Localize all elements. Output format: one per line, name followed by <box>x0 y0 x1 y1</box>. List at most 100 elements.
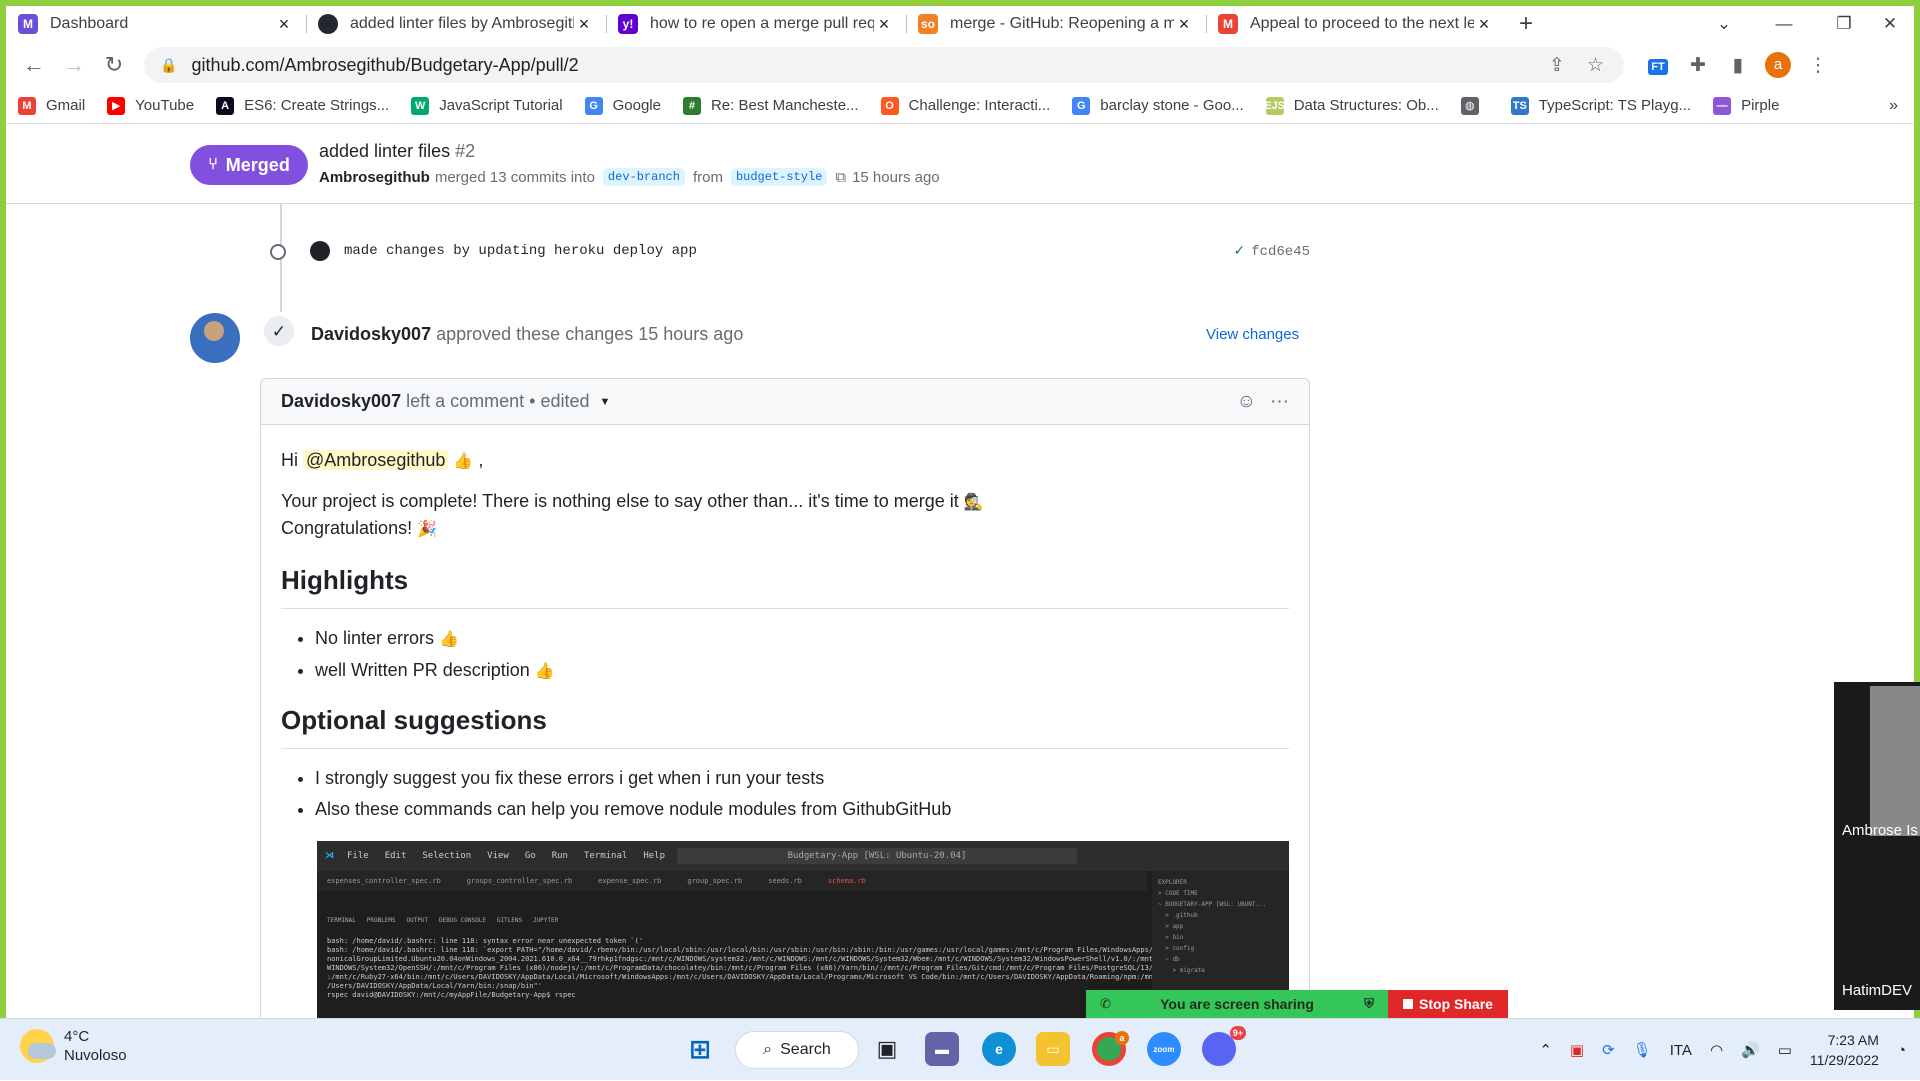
minimize-icon[interactable]: — <box>1754 6 1814 42</box>
stop-square-icon <box>1403 999 1414 1009</box>
extensions-puzzle-icon[interactable]: ✚ <box>1678 54 1718 77</box>
chevron-down-icon[interactable]: ▼ <box>600 396 611 408</box>
close-tab-icon[interactable]: × <box>574 14 594 35</box>
yahoo-favicon-icon: y! <box>618 14 638 34</box>
copy-icon[interactable]: ⧉ <box>835 169 846 186</box>
base-branch[interactable]: dev-branch <box>602 168 685 186</box>
reload-icon[interactable]: ↻ <box>94 52 134 78</box>
close-tab-icon[interactable]: × <box>874 14 894 35</box>
commit-message[interactable]: made changes by updating heroku deploy a… <box>344 243 697 259</box>
close-window-icon[interactable]: ✕ <box>1866 6 1914 42</box>
add-reaction-icon[interactable]: ☺ <box>1237 391 1256 413</box>
bookmark-item[interactable]: Gbarclay stone - Goo... <box>1072 96 1244 115</box>
back-icon[interactable]: ← <box>14 52 54 78</box>
taskbar-search[interactable]: ⌕ Search <box>735 1031 859 1069</box>
tab-active-pr[interactable]: added linter files by Ambrosegith × <box>306 6 606 42</box>
approved-check-icon: ✓ <box>262 314 296 348</box>
bookmark-item[interactable]: ◍ <box>1460 96 1489 115</box>
user-mention[interactable]: @Ambrosegithub <box>303 450 449 470</box>
edited-dropdown[interactable]: • edited <box>529 391 589 412</box>
bookmark-label: Data Structures: Ob... <box>1293 97 1439 114</box>
tab-dashboard[interactable]: M Dashboard × <box>6 6 306 42</box>
tab-gmail-appeal[interactable]: M Appeal to proceed to the next le × <box>1206 6 1506 42</box>
extension-ft-icon[interactable]: FT <box>1638 54 1678 76</box>
bookmark-item[interactable]: W JavaScript Tutorial <box>411 96 563 115</box>
close-tab-icon[interactable]: × <box>274 14 294 35</box>
commit-author-avatar[interactable] <box>310 241 330 261</box>
task-view-icon[interactable]: ▣ <box>870 1032 904 1066</box>
edge-icon[interactable]: e <box>982 1032 1016 1066</box>
bookmark-item[interactable]: — Pirple <box>1713 96 1779 115</box>
view-changes-button[interactable]: View changes <box>1206 326 1299 343</box>
side-panel-icon[interactable]: ▮ <box>1718 54 1758 77</box>
temperature: 4°C <box>64 1028 90 1045</box>
comment-author[interactable]: Davidosky007 <box>281 391 401 412</box>
reviewer-avatar[interactable] <box>190 313 240 363</box>
reviewer-name[interactable]: Davidosky007 <box>311 324 431 344</box>
bookmark-item[interactable]: ▶ YouTube <box>107 96 194 115</box>
weather-widget[interactable]: 4°C Nuvoloso <box>20 1027 127 1065</box>
vscode-menu-item: Run <box>551 851 568 861</box>
merge-message: Your project is complete! There is nothi… <box>281 488 1289 515</box>
menu-kebab-icon[interactable]: ⋮ <box>1798 54 1838 77</box>
party-popper-icon: 🎉 <box>417 519 438 538</box>
close-tab-icon[interactable]: × <box>1474 14 1494 35</box>
bookmark-item[interactable]: G Google <box>584 96 661 115</box>
forward-icon[interactable]: → <box>54 52 94 78</box>
file-explorer-icon[interactable]: ▭ <box>1036 1032 1070 1066</box>
acrobat-tray-icon[interactable]: ▣ <box>1570 1041 1584 1059</box>
profile-avatar[interactable]: a <box>1758 52 1798 78</box>
close-tab-icon[interactable]: × <box>1174 14 1194 35</box>
comment-action: left a comment <box>406 391 525 411</box>
address-bar[interactable]: 🔒 github.com/Ambrosegithub/Budgetary-App… <box>144 47 1624 83</box>
teams-chat-icon[interactable]: ▬ <box>925 1032 959 1066</box>
volume-icon[interactable]: 🔊 <box>1741 1041 1760 1059</box>
clock[interactable]: 7:23 AM 11/29/2022 <box>1810 1030 1879 1070</box>
tray-overflow-chevron-icon[interactable]: ⌃ <box>1539 1041 1552 1059</box>
restore-icon[interactable]: ❐ <box>1814 6 1874 42</box>
notification-bell-icon[interactable]: ◔ <box>1897 1042 1906 1059</box>
bookmark-item[interactable]: TS TypeScript: TS Playg... <box>1510 96 1691 115</box>
bookmark-star-icon[interactable]: ☆ <box>1587 54 1604 77</box>
wifi-icon[interactable]: ◠ <box>1710 1041 1723 1059</box>
commit-sha[interactable]: fcd6e45 <box>1251 244 1310 260</box>
list-item-text: No linter errors <box>315 628 435 648</box>
list-item-text: well Written PR description <box>315 660 530 680</box>
stop-share-button[interactable]: Stop Share <box>1388 990 1508 1018</box>
share-icon[interactable]: ⇪ <box>1549 54 1565 77</box>
vscode-menu-item: Help <box>643 851 665 861</box>
bookmark-label: JavaScript Tutorial <box>439 97 563 114</box>
screen-sharing-banner[interactable]: ✆ You are screen sharing ⛨ <box>1086 990 1388 1018</box>
language-indicator[interactable]: ITA <box>1670 1042 1692 1059</box>
pr-number: #2 <box>455 141 476 161</box>
bookmarks-overflow-icon[interactable]: » <box>1889 97 1898 115</box>
tab-yahoo-search[interactable]: y! how to re open a merge pull requ × <box>606 6 906 42</box>
start-windows-icon[interactable]: ⊞ <box>683 1032 717 1066</box>
bookmark-item[interactable]: A ES6: Create Strings... <box>216 96 390 115</box>
zoom-icon[interactable]: zoom <box>1147 1032 1181 1066</box>
shield-icon: ⛨ <box>1364 996 1374 1011</box>
chrome-profile-badge: a <box>1115 1031 1129 1045</box>
more-options-icon[interactable]: ··· <box>1270 391 1289 413</box>
discord-icon[interactable]: 9+ <box>1202 1026 1246 1066</box>
tab-search-icon[interactable]: ⌄ <box>1694 6 1754 42</box>
bookmark-item[interactable]: M Gmail <box>18 96 86 115</box>
new-tab-button[interactable]: + <box>1506 10 1546 38</box>
vscode-tab: seeds.rb <box>768 877 802 885</box>
comment-header: Davidosky007 left a comment • edited ▼ ☺… <box>261 379 1309 425</box>
microphone-icon[interactable]: 🎙 <box>1633 1041 1652 1059</box>
check-icon: ✓ <box>1233 243 1246 259</box>
bookmark-label: ES6: Create Strings... <box>244 97 390 114</box>
chrome-icon[interactable]: a <box>1092 1031 1129 1066</box>
bookmark-item[interactable]: EJS Data Structures: Ob... <box>1264 96 1439 115</box>
vscode-terminal-output: bash: /home/david/.bashrc: line 118: syn… <box>327 937 1166 999</box>
tab-stackoverflow[interactable]: so merge - GitHub: Reopening a me × <box>906 6 1206 42</box>
battery-icon[interactable]: ▭ <box>1778 1041 1792 1059</box>
pr-author-link[interactable]: Ambrosegithub <box>319 169 430 186</box>
bookmark-label: Gmail <box>46 97 86 114</box>
congrats-text: Congratulations! <box>281 518 413 538</box>
head-branch[interactable]: budget-style <box>730 168 828 186</box>
bookmark-item[interactable]: O Challenge: Interacti... <box>880 96 1050 115</box>
sync-tray-icon[interactable]: ⟳ <box>1602 1041 1615 1059</box>
bookmark-item[interactable]: # Re: Best Mancheste... <box>682 96 859 115</box>
